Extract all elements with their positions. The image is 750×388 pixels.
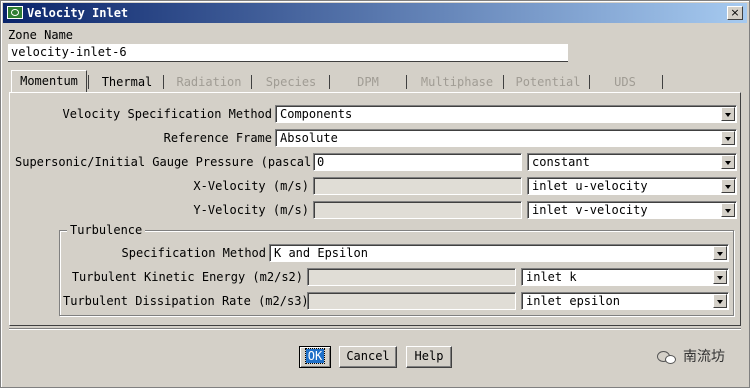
y-velocity-input[interactable] (313, 201, 522, 219)
watermark-text: 南流坊 (683, 349, 725, 365)
watermark: 南流坊 (657, 346, 725, 366)
turbulence-spec-method-select[interactable]: K and Epsilon (269, 244, 729, 262)
tke-label: Turbulent Kinetic Energy (m2/s2) (71, 270, 303, 284)
tab-dpm[interactable]: DPM (333, 72, 403, 92)
dialog-window: Velocity Inlet × Zone Name velocity-inle… (0, 0, 750, 388)
chevron-down-icon[interactable] (721, 131, 735, 145)
tab-species[interactable]: Species (255, 72, 327, 92)
zone-name-value: velocity-inlet-6 (11, 45, 127, 59)
zone-name-label: Zone Name (8, 28, 74, 42)
chevron-down-icon[interactable] (721, 203, 735, 217)
tke-input[interactable] (307, 268, 516, 286)
tab-multiphase[interactable]: Multiphase (411, 72, 503, 92)
zone-name-field[interactable]: velocity-inlet-6 (8, 44, 568, 62)
tab-separator (329, 75, 330, 89)
velocity-spec-method-value: Components (280, 107, 353, 121)
tke-profile-select[interactable]: inlet k (521, 268, 729, 286)
help-button[interactable]: Help (406, 346, 452, 368)
turbulence-group-title: Turbulence (67, 223, 146, 237)
y-velocity-label: Y-Velocity (m/s) (193, 203, 309, 217)
chevron-down-icon[interactable] (713, 270, 727, 284)
chevron-down-icon[interactable] (713, 294, 727, 308)
turbulence-spec-method-value: K and Epsilon (274, 246, 368, 260)
reference-frame-value: Absolute (280, 131, 338, 145)
chevron-down-icon[interactable] (721, 107, 735, 121)
app-icon (7, 6, 23, 19)
tdr-profile-select[interactable]: inlet epsilon (521, 292, 729, 310)
x-velocity-profile-value: inlet u-velocity (532, 179, 648, 193)
gauge-pressure-label: Supersonic/Initial Gauge Pressure (pasca… (15, 155, 319, 169)
reference-frame-label: Reference Frame (163, 131, 272, 145)
tab-separator (163, 75, 164, 89)
gauge-pressure-input[interactable]: 0 (313, 153, 522, 171)
tdr-input[interactable] (307, 292, 516, 310)
ok-button-label: OK (304, 348, 326, 364)
tab-separator (251, 75, 252, 89)
gauge-pressure-value: 0 (317, 155, 325, 169)
tke-profile-value: inlet k (526, 270, 577, 284)
velocity-spec-method-select[interactable]: Components (275, 105, 737, 123)
divider (9, 328, 741, 330)
velocity-spec-method-label: Velocity Specification Method (62, 107, 272, 121)
cancel-button[interactable]: Cancel (339, 346, 397, 368)
tab-thermal[interactable]: Thermal (91, 72, 163, 92)
x-velocity-profile-select[interactable]: inlet u-velocity (527, 177, 737, 195)
chevron-down-icon[interactable] (713, 246, 727, 260)
chevron-down-icon[interactable] (721, 155, 735, 169)
gauge-pressure-profile-select[interactable]: constant (527, 153, 737, 171)
tab-radiation[interactable]: Radiation (167, 72, 251, 92)
tab-separator (662, 75, 663, 89)
tab-potential[interactable]: Potential (507, 72, 589, 92)
title-bar[interactable]: Velocity Inlet × (3, 3, 747, 23)
turbulence-spec-method-label: Specification Method (121, 246, 267, 260)
tab-separator (406, 75, 407, 89)
tab-separator (503, 75, 504, 89)
y-velocity-profile-value: inlet v-velocity (532, 203, 648, 217)
chevron-down-icon[interactable] (721, 179, 735, 193)
reference-frame-select[interactable]: Absolute (275, 129, 737, 147)
y-velocity-profile-select[interactable]: inlet v-velocity (527, 201, 737, 219)
window-title: Velocity Inlet (27, 6, 129, 20)
tdr-label: Turbulent Dissipation Rate (m2/s3) (63, 294, 309, 308)
gauge-pressure-profile-value: constant (532, 155, 590, 169)
x-velocity-input[interactable] (313, 177, 522, 195)
tab-momentum[interactable]: Momentum (11, 70, 87, 92)
tab-uds[interactable]: UDS (595, 72, 655, 92)
tab-separator (589, 75, 590, 89)
ok-button[interactable]: OK (299, 346, 331, 368)
wechat-icon (657, 350, 677, 364)
tdr-profile-value: inlet epsilon (526, 294, 620, 308)
tab-separator (88, 75, 89, 89)
x-velocity-label: X-Velocity (m/s) (193, 179, 309, 193)
close-icon[interactable]: × (727, 6, 743, 20)
